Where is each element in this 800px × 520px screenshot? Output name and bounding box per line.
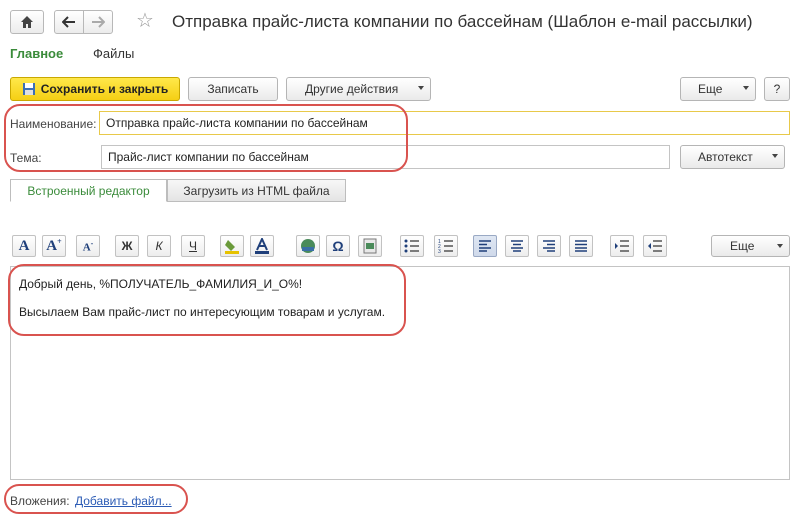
section-tab-main[interactable]: Главное: [10, 46, 63, 61]
editor-more-label: Еще: [730, 239, 755, 253]
text-color-button[interactable]: [250, 235, 274, 257]
omega-icon: Ω: [332, 238, 344, 254]
insert-image-button[interactable]: [296, 235, 320, 257]
bulleted-list-icon: [404, 239, 419, 253]
text-color-icon: [255, 238, 269, 254]
chevron-down-icon: [777, 244, 783, 248]
underline-button[interactable]: Ч: [181, 235, 205, 257]
special-char-button[interactable]: Ω: [326, 235, 350, 257]
editor-more-button[interactable]: Еще: [711, 235, 790, 257]
autotext-button[interactable]: Автотекст: [680, 145, 785, 169]
italic-label: К: [155, 239, 163, 253]
save-icon: [22, 83, 35, 95]
save-and-close-label: Сохранить и закрыть: [40, 82, 169, 96]
insert-picture-button[interactable]: [358, 235, 382, 257]
increase-font-button[interactable]: A+: [42, 235, 66, 257]
fill-color-icon: [225, 240, 239, 254]
picture-icon: [363, 238, 377, 254]
more-label: Еще: [698, 82, 723, 96]
italic-button[interactable]: К: [147, 235, 171, 257]
chevron-down-icon: [743, 86, 749, 90]
arrow-right-icon: [92, 16, 105, 28]
underline-label: Ч: [189, 239, 197, 253]
tab-builtin-editor-label: Встроенный редактор: [27, 183, 150, 198]
bold-label: Ж: [121, 239, 133, 253]
other-actions-label: Другие действия: [305, 82, 399, 96]
subject-label: Тема:: [10, 151, 42, 165]
tab-builtin-editor[interactable]: Встроенный редактор: [10, 179, 167, 202]
html-editor[interactable]: Добрый день, %ПОЛУЧАТЕЛЬ_ФАМИЛИЯ_И_О%! В…: [10, 266, 790, 480]
subject-field[interactable]: Прайс-лист компании по бассейнам: [101, 145, 670, 169]
editor-line-greeting: Добрый день, %ПОЛУЧАТЕЛЬ_ФАМИЛИЯ_И_О%!: [19, 277, 303, 291]
indent-decrease-icon: [648, 240, 662, 252]
help-button[interactable]: ?: [764, 77, 790, 101]
section-tab-files[interactable]: Файлы: [93, 46, 134, 61]
decrease-font-icon: A-: [82, 238, 94, 254]
align-right-icon: [543, 240, 555, 252]
name-field[interactable]: Отправка прайс-листа компании по бассейн…: [99, 111, 790, 135]
numbered-list-icon: 123: [438, 239, 453, 253]
home-button[interactable]: [10, 10, 44, 34]
increase-font-icon: A+: [46, 237, 62, 254]
name-label: Наименование:: [10, 117, 97, 131]
editor-line-body: Высылаем Вам прайс-лист по интересующим …: [19, 305, 386, 319]
increase-indent-button[interactable]: [610, 235, 634, 257]
decrease-font-button[interactable]: A-: [76, 235, 100, 257]
save-and-close-button[interactable]: Сохранить и закрыть: [10, 77, 180, 101]
align-left-button[interactable]: [473, 235, 497, 257]
write-button[interactable]: Записать: [188, 77, 278, 101]
align-right-button[interactable]: [537, 235, 561, 257]
font-button[interactable]: A: [12, 235, 36, 257]
image-icon: [301, 239, 315, 253]
font-icon: A: [18, 237, 30, 254]
tab-load-html-label: Загрузить из HTML файла: [183, 183, 330, 198]
align-center-icon: [511, 240, 523, 252]
more-button[interactable]: Еще: [680, 77, 756, 101]
svg-text:3: 3: [438, 249, 441, 253]
chevron-down-icon: [772, 154, 778, 158]
forward-button[interactable]: [83, 10, 113, 34]
align-center-button[interactable]: [505, 235, 529, 257]
tab-load-html[interactable]: Загрузить из HTML файла: [167, 179, 346, 202]
bulleted-list-button[interactable]: [400, 235, 424, 257]
numbered-list-button[interactable]: 123: [434, 235, 458, 257]
decrease-indent-button[interactable]: [643, 235, 667, 257]
back-button[interactable]: [54, 10, 84, 34]
indent-increase-icon: [615, 240, 629, 252]
other-actions-button[interactable]: Другие действия: [286, 77, 431, 101]
add-file-link[interactable]: Добавить файл...: [75, 494, 172, 508]
align-left-icon: [479, 240, 491, 252]
page-title: Отправка прайс-листа компании по бассейн…: [172, 12, 753, 31]
align-justify-button[interactable]: [569, 235, 593, 257]
background-color-button[interactable]: [220, 235, 244, 257]
chevron-down-icon: [418, 86, 424, 90]
align-justify-icon: [575, 240, 587, 252]
bold-button[interactable]: Ж: [115, 235, 139, 257]
autotext-label: Автотекст: [698, 150, 753, 164]
attachments-label: Вложения:: [10, 494, 70, 508]
arrow-left-icon: [62, 16, 75, 28]
home-icon: [21, 16, 33, 28]
favorite-star-icon[interactable]: ☆: [136, 10, 154, 32]
